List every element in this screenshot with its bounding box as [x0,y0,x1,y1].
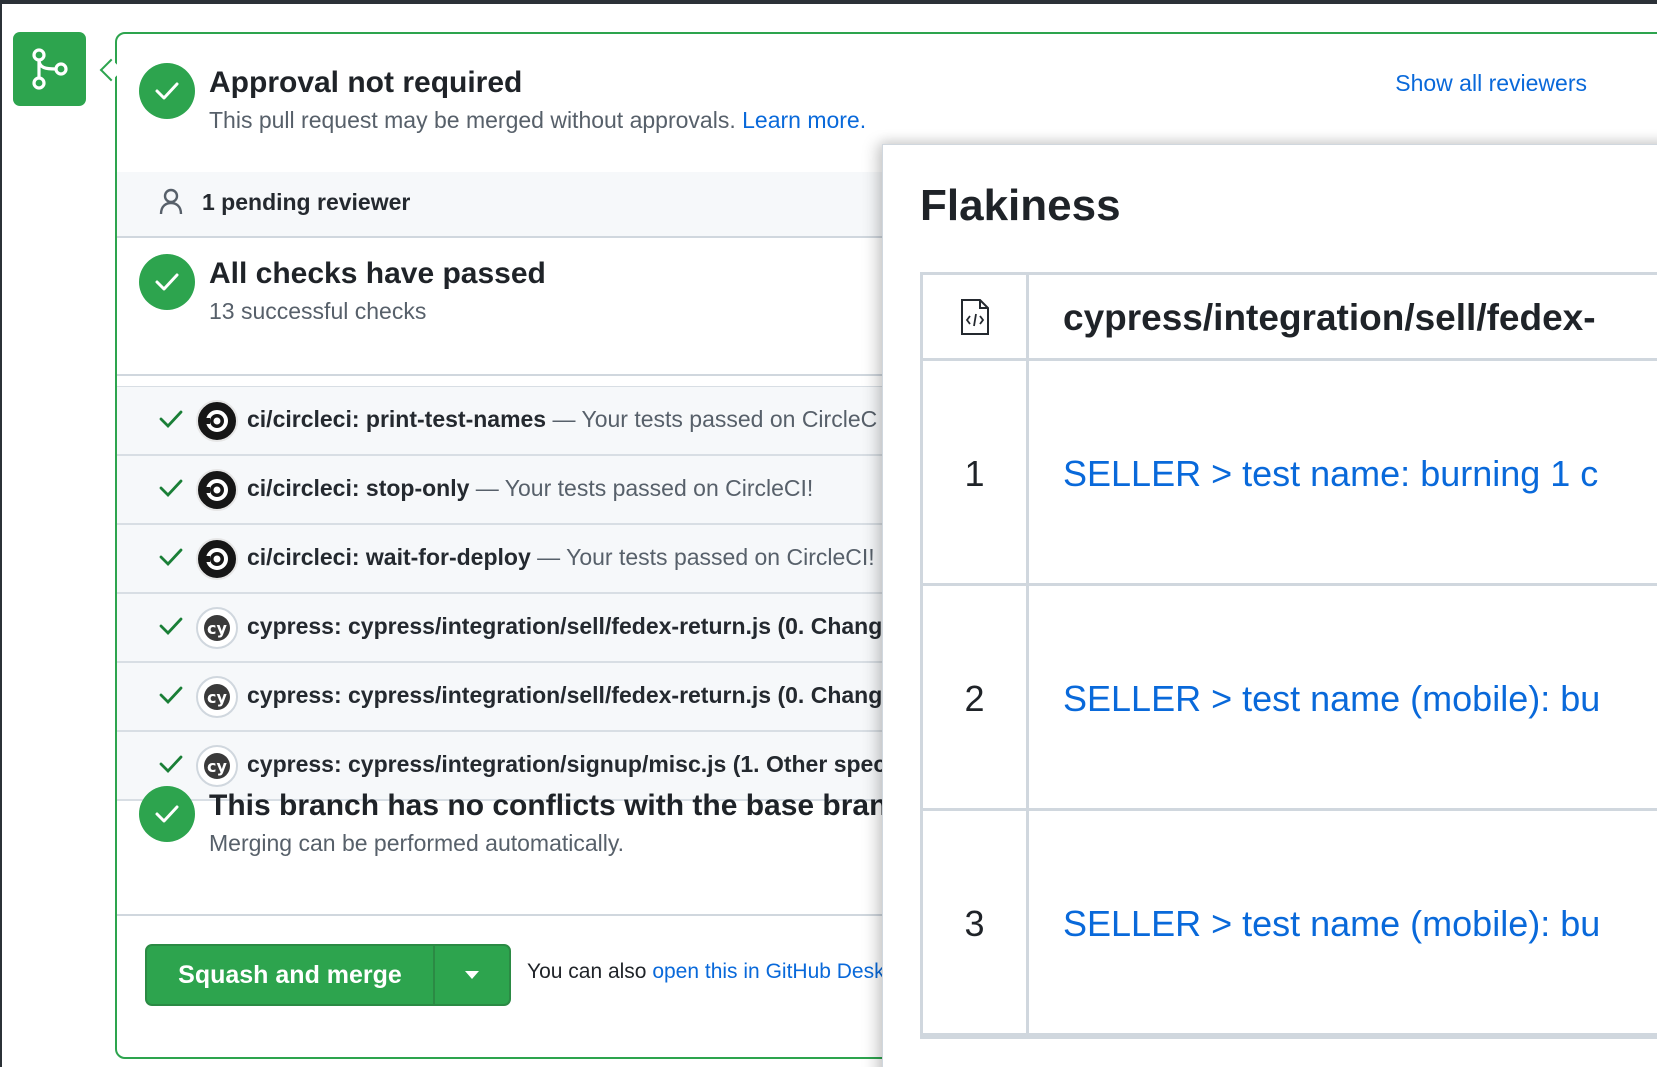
row-number: 3 [964,903,985,944]
open-in-desktop-link[interactable]: open this in GitHub Deskt [652,960,890,983]
check-icon [159,410,183,429]
check-text: cypress: cypress/integration/signup/misc… [247,751,886,778]
test-cell: SELLER > test name (mobile): bu [1029,586,1657,808]
pr-merge-screen: Approval not required This pull request … [2,4,1657,1067]
approval-subtitle: This pull request may be merged without … [209,107,866,134]
flakiness-table: cypress/integration/sell/fedex- 1 SELLER… [920,272,1657,1039]
merge-status-badge [13,32,86,106]
file-icon-cell [923,275,1029,358]
alternate-merge-text: You can also open this in GitHub Deskt [527,960,890,984]
row-number-cell: 3 [923,811,1029,1033]
learn-more-link[interactable]: Learn more. [742,107,866,133]
row-number: 1 [964,453,985,494]
flaky-test-link[interactable]: SELLER > test name: burning 1 c [1063,453,1598,495]
checks-title: All checks have passed [209,257,546,290]
test-cell: SELLER > test name: burning 1 c [1029,361,1657,583]
file-name: cypress/integration/sell/fedex- [1063,297,1596,338]
svg-text:cy: cy [207,688,227,707]
conflicts-title: This branch has no conflicts with the ba… [209,789,923,822]
file-header-row: cypress/integration/sell/fedex- [923,275,1657,361]
flaky-test-row: 1 SELLER > test name: burning 1 c [923,361,1657,586]
merge-options-dropdown[interactable] [435,946,509,1004]
check-name: cypress: cypress/integration/sell/fedex-… [247,613,883,639]
row-number: 2 [964,678,985,719]
conflicts-subtitle: Merging can be performed automatically. [209,830,625,856]
flaky-test-row: 3 SELLER > test name (mobile): bu [923,811,1657,1036]
check-icon [159,479,183,498]
flakiness-title: Flakiness [920,181,1121,230]
show-all-reviewers-link[interactable]: Show all reviewers [1395,70,1587,97]
check-name: ci/circleci: print-test-names [247,406,547,432]
check-text: ci/circleci: print-test-names — Your tes… [247,406,877,433]
caret-down-icon [465,971,479,979]
check-text: cypress: cypress/integration/sell/fedex-… [247,682,882,709]
circleci-logo-icon [196,538,238,580]
check-icon [159,548,183,567]
approval-subtitle-text: This pull request may be merged without … [209,107,736,133]
check-description: — Your tests passed on CircleCI! [530,544,875,570]
merge-button-group: Squash and merge [145,944,511,1006]
check-name: cypress: cypress/integration/sell/fedex-… [247,682,883,708]
checks-subtitle: 13 successful checks [209,298,427,324]
check-description: — Your tests passed on CircleC [546,406,878,432]
squash-and-merge-button[interactable]: Squash and merge [147,946,433,1004]
check-text: cypress: cypress/integration/sell/fedex-… [247,613,882,640]
check-name: cypress: cypress/integration/signup/misc… [247,751,887,777]
check-icon [159,755,183,774]
person-icon [159,188,183,215]
check-icon [159,686,183,705]
flaky-test-link[interactable]: SELLER > test name (mobile): bu [1063,678,1600,720]
cypress-logo-icon: cy [196,607,238,649]
check-name: ci/circleci: wait-for-deploy [247,544,531,570]
svg-text:cy: cy [207,619,227,638]
check-text: ci/circleci: wait-for-deploy — Your test… [247,544,875,571]
flaky-test-link[interactable]: SELLER > test name (mobile): bu [1063,903,1600,945]
circleci-logo-icon [196,469,238,511]
no-conflicts-check-icon [139,786,195,842]
cypress-logo-icon: cy [196,676,238,718]
checks-passed-icon [139,254,195,310]
check-text: ci/circleci: stop-only — Your tests pass… [247,475,813,502]
circleci-logo-icon [196,400,238,442]
check-description: — Your tests passed on CircleCI! [469,475,814,501]
alt-prefix: You can also [527,960,653,983]
code-file-icon [960,298,989,335]
flaky-test-row: 2 SELLER > test name (mobile): bu [923,586,1657,811]
file-name-cell: cypress/integration/sell/fedex- [1029,275,1657,358]
pending-reviewer-label: 1 pending reviewer [202,189,411,215]
test-cell: SELLER > test name (mobile): bu [1029,811,1657,1033]
svg-text:cy: cy [207,757,227,776]
check-name: ci/circleci: stop-only [247,475,470,501]
git-merge-icon [31,48,68,90]
flakiness-panel: Flakiness cypress/integration/sell/fedex… [882,144,1657,1067]
row-number-cell: 1 [923,361,1029,583]
row-number-cell: 2 [923,586,1029,808]
check-icon [159,617,183,636]
approval-title: Approval not required [209,66,523,99]
approval-check-icon [139,63,195,119]
cypress-logo-icon: cy [196,745,238,787]
